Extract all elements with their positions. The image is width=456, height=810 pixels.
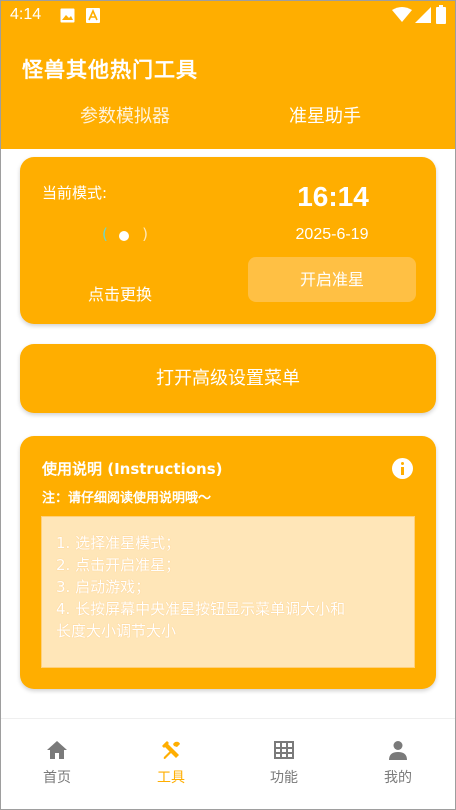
clock-time: 16:14: [297, 181, 369, 212]
bottom-nav: 首页 工具 功能 我的: [0, 718, 456, 810]
tab-param-simulator[interactable]: 参数模拟器: [11, 102, 239, 128]
tools-icon: [162, 741, 180, 759]
info-icon[interactable]: [392, 458, 413, 479]
change-mode-button[interactable]: 点击更换: [88, 281, 152, 305]
instructions-card: 使用说明 (Instructions) 注：请仔细阅读使用说明哦～ 1. 选择准…: [20, 436, 436, 689]
home-icon: [47, 741, 67, 759]
advanced-settings-label: 打开高级设置菜单: [156, 368, 300, 389]
crosshair-mode-card: 当前模式: ( ) 点击更换 16:14 2025-6-19 开启准星: [20, 157, 436, 324]
app-bar: 怪兽其他热门工具 参数模拟器 准星助手: [0, 34, 456, 149]
grid-icon: [274, 741, 294, 759]
nav-functions[interactable]: 功能: [254, 739, 314, 787]
wifi-icon: [392, 7, 412, 22]
instructions-box: 1. 选择准星模式； 2. 点击开启准星； 3. 启动游戏； 4. 长按屏幕中央…: [41, 516, 415, 668]
crosshair-dot-icon: [119, 231, 129, 241]
nav-tools-label: 工具: [157, 770, 185, 786]
instruction-step: 3. 启动游戏；: [56, 578, 151, 596]
crosshair-left-bracket: (: [102, 225, 108, 243]
a-box-icon: [86, 8, 100, 23]
battery-icon: [436, 5, 446, 24]
image-icon: [60, 8, 75, 23]
app-title: 怪兽其他热门工具: [22, 58, 198, 82]
nav-profile[interactable]: 我的: [368, 739, 428, 787]
instruction-step: 4. 长按屏幕中央准星按钮显示菜单调大小和: [56, 600, 346, 618]
tab-crosshair-assistant[interactable]: 准星助手: [211, 102, 439, 128]
nav-profile-label: 我的: [384, 770, 412, 786]
crosshair-mode-preview[interactable]: ( ): [100, 225, 150, 247]
status-time: 4:14: [10, 6, 42, 23]
cell-signal-icon: [415, 7, 431, 23]
instruction-step: 2. 点击开启准星；: [56, 556, 181, 574]
clock-date: 2025-6-19: [295, 226, 369, 243]
nav-functions-label: 功能: [270, 770, 298, 786]
enable-crosshair-button[interactable]: 开启准星: [248, 257, 416, 302]
person-icon: [389, 741, 407, 760]
nav-home[interactable]: 首页: [27, 739, 87, 787]
instructions-title: 使用说明 (Instructions): [42, 460, 223, 478]
nav-home-label: 首页: [43, 770, 71, 786]
instruction-step: 长度大小调节大小: [56, 622, 177, 640]
nav-tools[interactable]: 工具: [141, 739, 201, 787]
current-mode-label: 当前模式:: [42, 184, 108, 202]
instruction-step: 1. 选择准星模式；: [56, 534, 181, 552]
advanced-settings-button[interactable]: 打开高级设置菜单: [20, 344, 436, 413]
crosshair-right-bracket: ): [142, 225, 148, 243]
instructions-note: 注：请仔细阅读使用说明哦～: [42, 491, 212, 506]
status-bar: 4:14: [0, 0, 456, 34]
